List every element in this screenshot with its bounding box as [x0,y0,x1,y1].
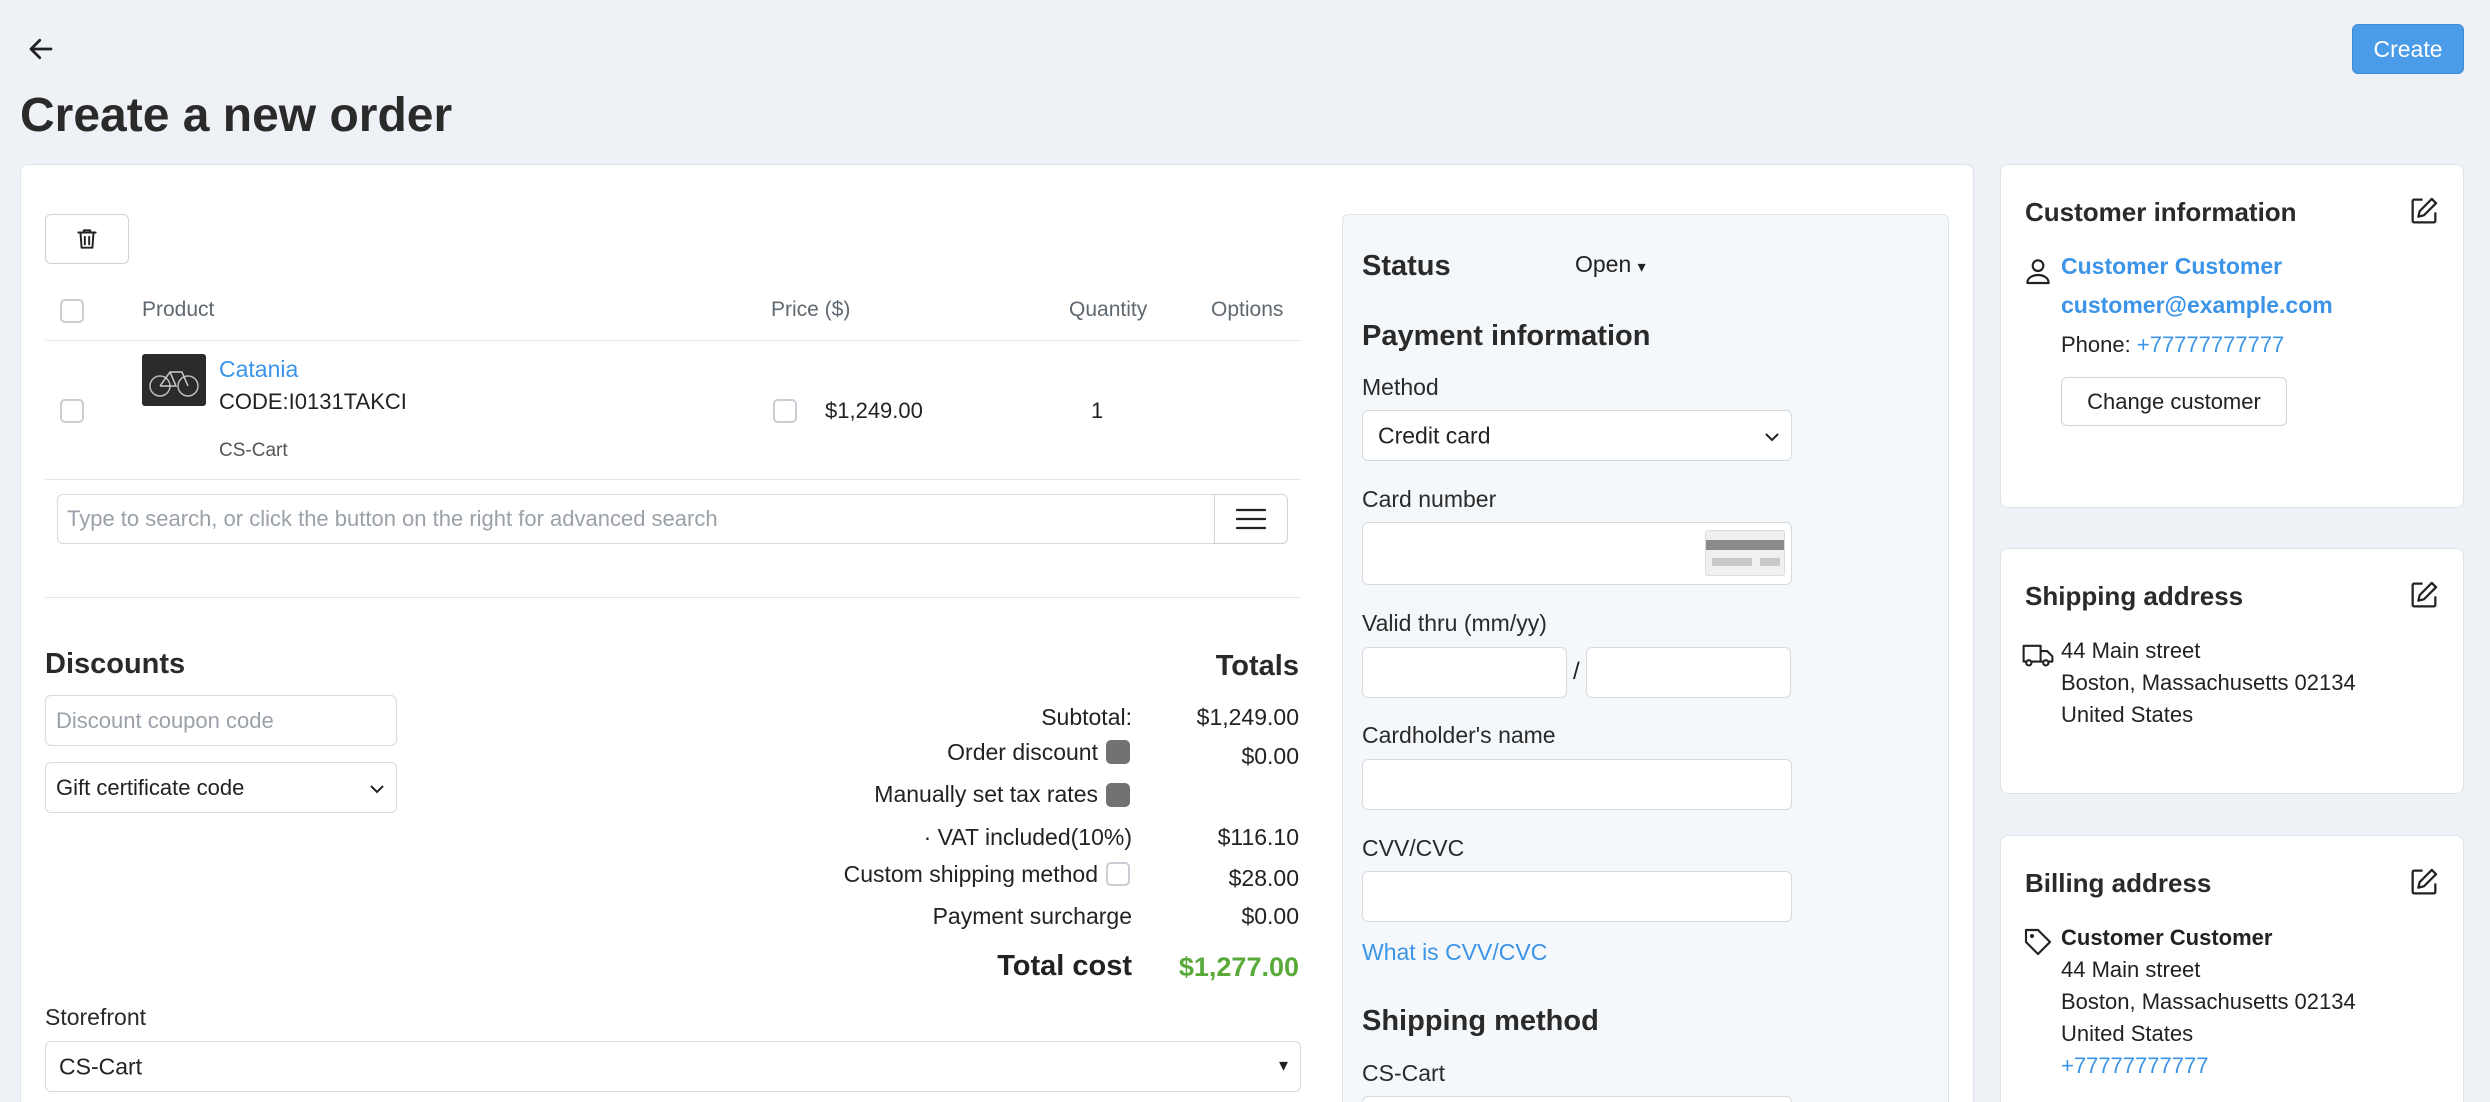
cvv-input[interactable] [1362,871,1792,922]
order-discount-label: Order discount [947,739,1098,765]
order-discount-value: $0.00 [1241,743,1299,769]
total-cost-value: $1,277.00 [1178,952,1299,982]
menu-icon [1236,508,1266,530]
product-search-input[interactable]: Type to search, or click the button on t… [57,494,1215,544]
edit-shipping-address-button[interactable] [2407,578,2441,612]
manual-tax-checkbox[interactable] [1106,783,1130,807]
total-cost-label: Total cost [997,950,1132,982]
storefront-select[interactable]: CS-Cart ▾ [45,1041,1301,1092]
order-discount-checkbox[interactable] [1106,740,1130,764]
billing-address-line1: 44 Main street [2061,957,2201,982]
advanced-search-button[interactable] [1214,494,1288,544]
expiry-year-input[interactable] [1586,647,1791,698]
delete-selected-button[interactable] [45,214,129,264]
customer-information-title: Customer information [2025,197,2297,227]
credit-card-icon [1705,530,1785,576]
edit-icon [2411,868,2438,895]
customer-name-link[interactable]: Customer Customer [2061,253,2282,280]
customer-phone-link[interactable]: +77777777777 [2137,332,2284,357]
column-header-quantity: Quantity [1069,298,1148,321]
status-label: Status [1362,250,1451,282]
payment-surcharge-value: $0.00 [1241,903,1299,929]
truck-icon [2022,644,2054,667]
product-price: $1,249.00 [825,398,923,423]
custom-shipping-checkbox[interactable] [1106,862,1130,886]
column-header-options: Options [1211,298,1284,321]
caret-down-icon: ▾ [1637,259,1646,276]
cardholder-name-input[interactable] [1362,759,1792,810]
product-vendor: CS-Cart [219,440,288,461]
subtotal-value: $1,249.00 [1196,704,1299,730]
customer-phone: Phone: +77777777777 [2061,332,2285,357]
vat-value: $116.10 [1217,824,1299,850]
shipping-address-title: Shipping address [2025,581,2244,611]
cvv-label: CVV/CVC [1362,835,1465,861]
caret-down-icon: ▾ [1278,1055,1288,1075]
product-code: CODE:I0131TAKCI [219,389,407,414]
user-icon [2026,259,2050,285]
customer-email-link[interactable]: customer@example.com [2061,292,2333,319]
trash-icon [77,229,97,249]
shipping-address-line1: 44 Main street [2061,638,2201,663]
tag-icon [2024,928,2052,956]
billing-address-title: Billing address [2025,868,2212,898]
product-quantity[interactable]: 1 [1091,398,1103,424]
edit-billing-address-button[interactable] [2407,865,2441,899]
subtotal-label: Subtotal: [1041,704,1132,730]
cardholder-name-label: Cardholder's name [1362,722,1556,748]
edit-icon [2411,197,2438,224]
discounts-title: Discounts [45,648,186,680]
gift-certificate-select[interactable]: Gift certificate code [45,762,397,813]
column-header-product: Product [142,298,215,321]
shipping-method-select[interactable] [1362,1096,1792,1102]
row-checkbox[interactable] [60,399,84,423]
column-header-price: Price ($) [771,298,851,321]
card-number-input[interactable] [1362,522,1792,585]
manual-tax-label: Manually set tax rates [874,781,1098,807]
select-all-checkbox[interactable] [60,299,84,323]
product-thumbnail[interactable] [142,354,206,406]
price-override-checkbox[interactable] [773,399,797,423]
custom-shipping-label: Custom shipping method [843,861,1098,887]
payment-information-title: Payment information [1362,320,1651,352]
change-customer-button[interactable]: Change customer [2061,377,2287,426]
totals-title: Totals [1215,650,1299,682]
arrow-left-icon [29,38,53,60]
cvv-help-link[interactable]: What is CVV/CVC [1362,939,1547,966]
storefront-label: Storefront [45,1004,146,1030]
chevron-down-icon [1765,433,1779,442]
bicycle-icon [149,371,199,397]
card-number-label: Card number [1362,486,1497,512]
table-divider [45,340,1301,341]
vat-label: · VAT included(10%) [923,824,1132,850]
shipping-method-title: Shipping method [1362,1005,1599,1037]
status-dropdown[interactable]: Open ▾ [1575,251,1646,278]
valid-thru-label: Valid thru (mm/yy) [1362,610,1547,636]
billing-name: Customer Customer [2061,925,2273,950]
edit-customer-button[interactable] [2407,194,2441,228]
product-name-link[interactable]: Catania [219,356,298,383]
expiry-separator: / [1573,658,1580,685]
payment-method-label: Method [1362,374,1439,400]
create-button[interactable]: Create [2352,24,2464,74]
shipping-address-line2: Boston, Massachusetts 02134 [2061,670,2356,695]
chevron-down-icon [370,785,384,794]
billing-address-line3: United States [2061,1021,2194,1046]
back-button[interactable] [26,34,66,64]
page-title: Create a new order [20,89,453,142]
billing-phone-link[interactable]: +77777777777 [2061,1053,2208,1079]
section-divider [45,597,1301,598]
shipping-method-vendor: CS-Cart [1362,1060,1446,1086]
shipping-address-line3: United States [2061,702,2194,727]
billing-address-line2: Boston, Massachusetts 02134 [2061,989,2356,1014]
custom-shipping-value: $28.00 [1228,865,1299,891]
payment-surcharge-label: Payment surcharge [932,903,1132,929]
expiry-month-input[interactable] [1362,647,1567,698]
payment-method-select[interactable]: Credit card [1362,410,1792,461]
edit-icon [2411,581,2438,608]
table-divider [45,479,1301,480]
discount-coupon-input[interactable]: Discount coupon code [45,695,397,746]
